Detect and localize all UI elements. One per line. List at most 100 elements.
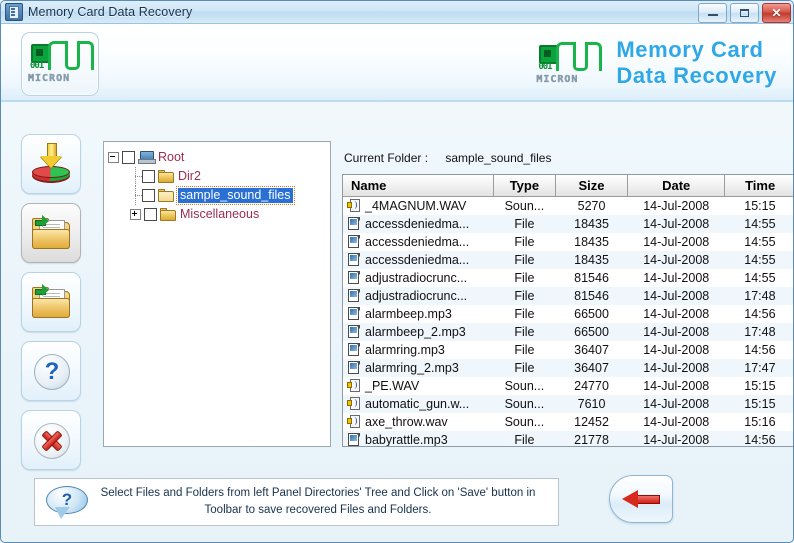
cell-time: 14:55 — [724, 215, 793, 233]
cell-date: 14-Jul-2008 — [627, 323, 725, 341]
column-header-type[interactable]: Type — [493, 175, 556, 197]
m-letter-icon — [48, 41, 94, 70]
table-row[interactable]: accessdeniedma... File 18435 14-Jul-2008 14:… — [343, 251, 793, 269]
cell-time: 15:15 — [724, 196, 793, 215]
generic-file-icon — [347, 325, 361, 339]
cell-name: alarmbeep_2.mp3 — [343, 323, 494, 341]
table-row[interactable]: accessdeniedma... File 18435 14-Jul-2008 14:… — [343, 233, 793, 251]
tree-item-dir2[interactable]: Dir2 — [108, 167, 326, 186]
generic-file-icon — [347, 253, 361, 267]
cell-date: 14-Jul-2008 — [627, 215, 725, 233]
table-row[interactable]: adjustradiocrunc... File 81546 14-Jul-2008 1… — [343, 269, 793, 287]
help-button[interactable]: ? — [21, 341, 81, 401]
cell-size: 7610 — [555, 395, 628, 413]
save-recovered-data-button[interactable] — [21, 134, 81, 194]
cell-name: accessdeniedma... — [343, 251, 494, 269]
hint-bar: ? Select Files and Folders from left Pan… — [34, 478, 559, 526]
close-button[interactable]: ✕ — [762, 3, 791, 23]
expand-toggle-icon[interactable] — [130, 209, 141, 220]
file-name: alarmring_2.mp3 — [365, 361, 459, 375]
close-x-icon — [30, 419, 72, 461]
sound-file-icon — [347, 199, 361, 213]
folder-icon — [158, 170, 174, 183]
current-folder: Current Folder : sample_sound_files — [344, 151, 551, 165]
collapse-toggle-icon[interactable] — [108, 152, 119, 163]
file-table: Name Type Size Date Time _4MAGNUM.WAV Sou… — [343, 175, 793, 447]
cell-date: 14-Jul-2008 — [627, 341, 725, 359]
tree-checkbox[interactable] — [142, 189, 155, 202]
generic-file-icon — [347, 289, 361, 303]
tree-item-miscellaneous[interactable]: Miscellaneous — [108, 205, 326, 224]
open-folder-button[interactable] — [21, 272, 81, 332]
table-row[interactable]: adjustradiocrunc... File 81546 14-Jul-2008 1… — [343, 287, 793, 305]
cell-name: accessdeniedma... — [343, 233, 494, 251]
cell-type: File — [493, 323, 556, 341]
tree-item-sample-sound-files[interactable]: sample_sound_files — [108, 186, 326, 205]
table-row[interactable]: accessdeniedma... File 18435 14-Jul-2008 14:… — [343, 215, 793, 233]
folder-open-icon — [158, 189, 174, 202]
table-row[interactable]: alarmring_2.mp3 File 36407 14-Jul-2008 17:47 — [343, 359, 793, 377]
table-row[interactable]: axe_throw.wav Soun... 12452 14-Jul-2008 15:1… — [343, 413, 793, 431]
directory-tree-panel[interactable]: Root Dir2 sample_sound_files Miscellaneo… — [103, 141, 331, 447]
column-header-date[interactable]: Date — [627, 175, 726, 197]
cell-time: 17:47 — [724, 359, 793, 377]
cell-time: 14:56 — [724, 431, 793, 446]
column-header-size[interactable]: Size — [555, 175, 629, 197]
brand-block: 001 MICRON Memory Card Data Recovery — [530, 34, 777, 92]
tree-checkbox[interactable] — [144, 208, 157, 221]
tree-checkbox[interactable] — [142, 170, 155, 183]
table-row[interactable]: _4MAGNUM.WAV Soun... 5270 14-Jul-2008 15:15 — [343, 196, 793, 215]
column-header-time[interactable]: Time — [724, 175, 793, 197]
tree-guide — [130, 167, 142, 186]
table-row[interactable]: _PE.WAV Soun... 24770 14-Jul-2008 15:15 — [343, 377, 793, 395]
minimize-button[interactable] — [698, 3, 727, 23]
sound-file-icon — [347, 397, 361, 411]
file-table-body: _4MAGNUM.WAV Soun... 5270 14-Jul-2008 15:15a… — [343, 196, 793, 447]
exit-button[interactable] — [21, 410, 81, 470]
cell-time: 14:55 — [724, 233, 793, 251]
table-row[interactable]: automatic_gun.w... Soun... 7610 14-Jul-2008… — [343, 395, 793, 413]
file-name: babyrattle.mp3 — [365, 433, 448, 447]
tree-checkbox[interactable] — [122, 151, 135, 164]
cell-time: 17:48 — [724, 287, 793, 305]
table-row[interactable]: babyrattle.mp3 File 21778 14-Jul-2008 14:56 — [343, 431, 793, 447]
file-name: accessdeniedma... — [365, 217, 470, 231]
cell-date: 14-Jul-2008 — [627, 305, 725, 323]
back-arrow-icon — [622, 490, 660, 508]
table-row[interactable]: alarmring.mp3 File 36407 14-Jul-2008 14:56 — [343, 341, 793, 359]
file-name: _PE.WAV — [365, 379, 420, 393]
app-logo: 001 MICRON — [21, 32, 99, 96]
table-row[interactable]: alarmbeep_2.mp3 File 66500 14-Jul-2008 17:48 — [343, 323, 793, 341]
micron-logo-icon: 001 MICRON — [22, 33, 98, 95]
column-header-name[interactable]: Name — [343, 175, 494, 197]
file-name: alarmbeep_2.mp3 — [365, 325, 466, 339]
file-name: _4MAGNUM.WAV — [365, 199, 467, 213]
file-name: axe_throw.wav — [365, 415, 448, 429]
tree-item-root[interactable]: Root — [108, 148, 326, 167]
generic-file-icon — [347, 235, 361, 249]
window-title: Memory Card Data Recovery — [28, 5, 193, 19]
cell-name: alarmring_2.mp3 — [343, 359, 494, 377]
cell-type: Soun... — [493, 377, 556, 395]
current-folder-label: Current Folder : — [344, 151, 429, 165]
maximize-button[interactable] — [730, 3, 759, 23]
cell-time: 17:48 — [724, 323, 793, 341]
close-icon: ✕ — [771, 6, 782, 20]
cell-type: File — [493, 251, 556, 269]
file-name: automatic_gun.w... — [365, 397, 470, 411]
cell-size: 36407 — [555, 359, 628, 377]
cell-time: 14:55 — [724, 251, 793, 269]
cell-type: File — [493, 215, 556, 233]
file-list-panel[interactable]: Name Type Size Date Time _4MAGNUM.WAV Sou… — [342, 174, 793, 447]
cell-type: File — [493, 269, 556, 287]
cell-type: File — [493, 287, 556, 305]
cell-size: 18435 — [555, 233, 628, 251]
open-folder-grey-button[interactable] — [21, 203, 81, 263]
back-button[interactable] — [609, 475, 673, 523]
folder-icon — [160, 208, 176, 221]
cell-date: 14-Jul-2008 — [627, 196, 725, 215]
table-row[interactable]: alarmbeep.mp3 File 66500 14-Jul-2008 14:56 — [343, 305, 793, 323]
cell-type: File — [493, 341, 556, 359]
cell-size: 36407 — [555, 341, 628, 359]
m-letter-icon — [556, 42, 603, 71]
